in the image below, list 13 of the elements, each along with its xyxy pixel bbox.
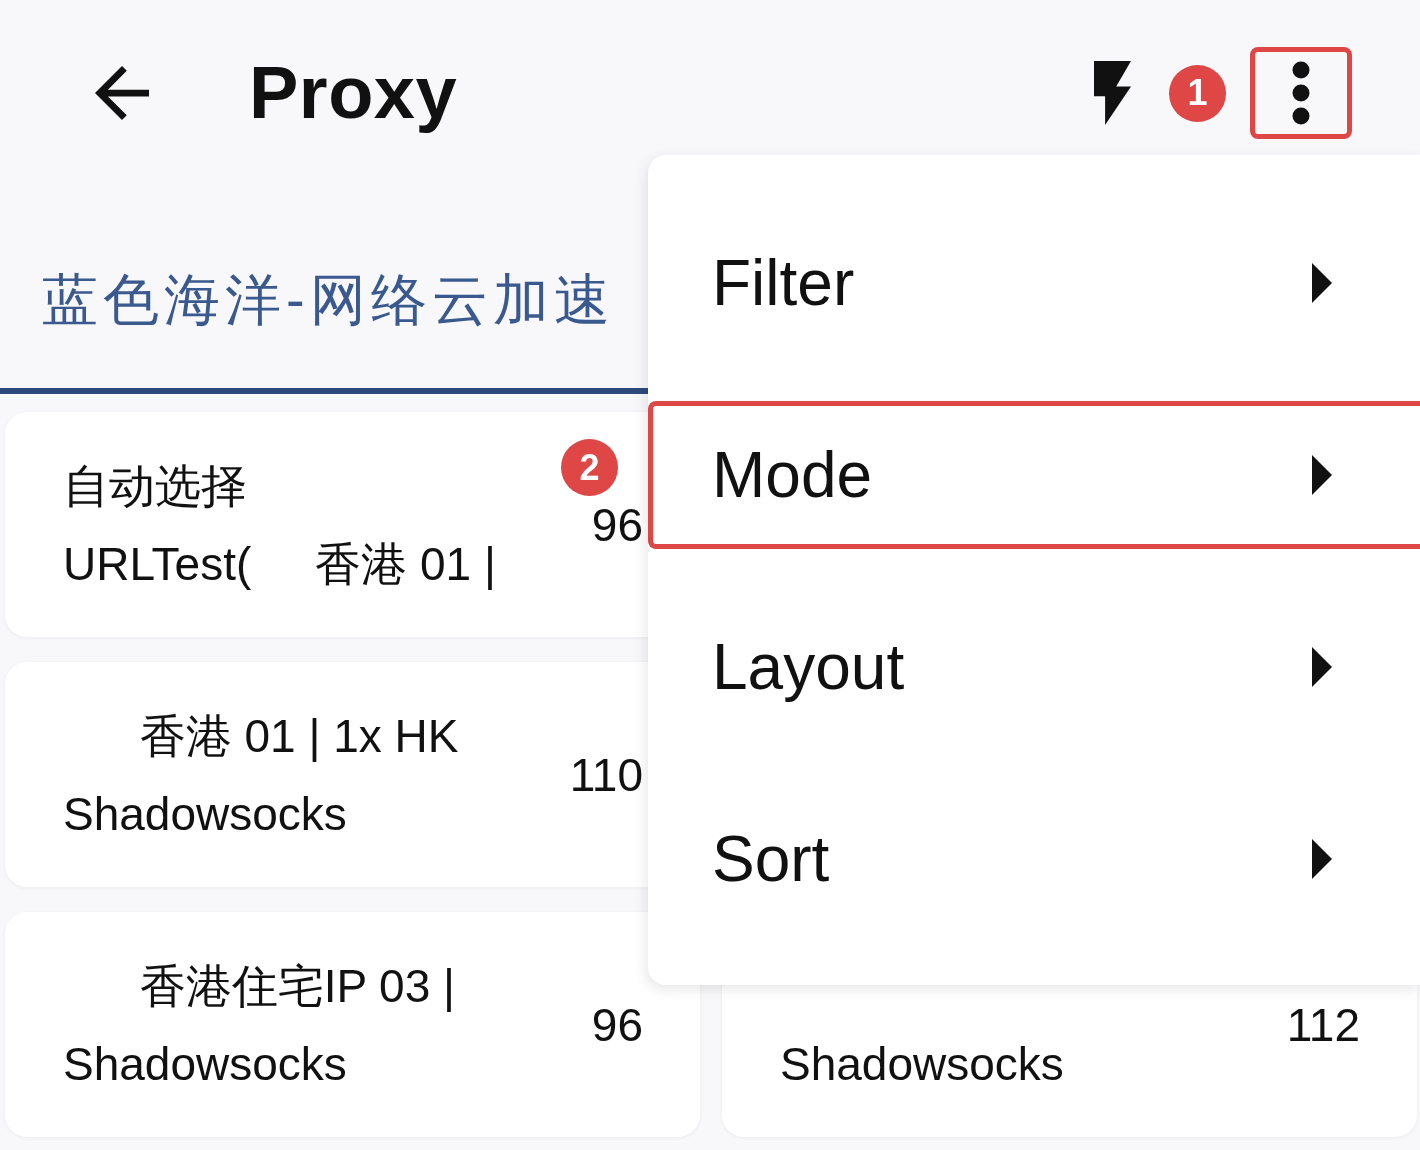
latency-value: 112 [1286,997,1360,1053]
page-title: Proxy [249,52,458,134]
latency-value: 96 [591,997,643,1053]
proxy-type: Shadowsocks [63,786,348,842]
proxy-type: URLTest( 香港 01 | [63,536,496,592]
proxy-type: Shadowsocks [63,1036,348,1092]
latency-value: 110 [569,747,643,803]
proxy-type: Shadowsocks [780,1036,1064,1092]
proxy-name: 香港 01 | 1x HK [138,708,459,764]
proxy-name: 自动选择 [63,458,248,514]
latency-value: 96 [591,497,643,553]
step-marker: 1 [1169,64,1226,122]
proxy-name: 香港住宅IP 03 | [138,958,455,1014]
